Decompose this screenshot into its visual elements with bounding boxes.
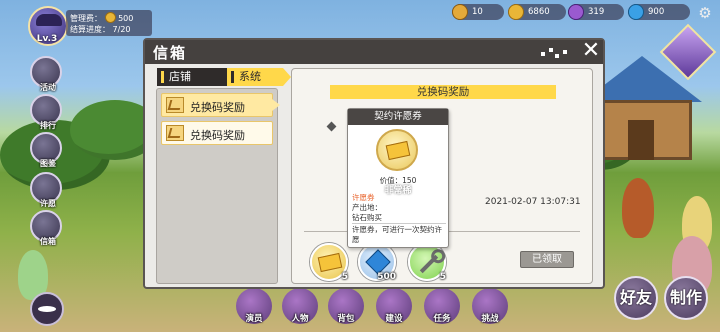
item-tooltip: 契约许愿券 价值：150 非常稀 许愿券 产出地： 钻石购买 许愿券，可进行一次… bbox=[347, 108, 449, 248]
wish-ticket-icon bbox=[376, 129, 418, 171]
bullet-diamond-icon bbox=[326, 121, 337, 132]
purple-orb-icon bbox=[568, 4, 584, 20]
reward-wish-ticket[interactable]: 5 bbox=[310, 243, 348, 282]
tooltip-item-name: 许愿券 bbox=[352, 193, 375, 202]
envelope-icon bbox=[166, 125, 184, 141]
tooltip-title: 契约许愿券 bbox=[348, 109, 448, 125]
tooltip-source-label: 产出地： bbox=[352, 203, 382, 212]
side-ranking-button[interactable]: 排行 bbox=[30, 94, 62, 130]
reward-contract-key[interactable]: 5 bbox=[408, 243, 446, 282]
progress-value: 7/20 bbox=[112, 25, 131, 34]
bottom-challenge-button[interactable]: 挑战 bbox=[472, 288, 508, 324]
eye-toggle-icon[interactable] bbox=[30, 292, 64, 326]
close-icon[interactable]: ✕ bbox=[579, 39, 603, 63]
tooltip-description: 许愿券，可进行一次契约许愿 bbox=[352, 223, 446, 245]
dialog-title: 信箱 bbox=[153, 44, 188, 62]
currency-diamond[interactable]: 900 bbox=[628, 4, 690, 20]
tab-system[interactable]: 系统 bbox=[227, 68, 291, 86]
bottom-bag-button[interactable]: 背包 bbox=[328, 288, 364, 324]
coin-icon bbox=[104, 12, 116, 23]
settings-gear-icon[interactable]: ⚙ bbox=[696, 4, 714, 22]
progress-label: 结算进度： bbox=[70, 25, 110, 34]
currency-amber[interactable]: 10 bbox=[452, 4, 504, 20]
mail-list-item[interactable]: 兑换码奖励 bbox=[161, 121, 273, 145]
currency-orb[interactable]: 319 bbox=[568, 4, 624, 20]
tab-shop[interactable]: 店铺 bbox=[157, 68, 227, 86]
diamond-icon bbox=[365, 249, 391, 275]
bottom-character-button[interactable]: 人物 bbox=[282, 288, 318, 324]
fee-value: 500 bbox=[118, 14, 134, 23]
envelope-icon bbox=[166, 97, 184, 113]
key-icon bbox=[419, 254, 439, 274]
reward-diamond[interactable]: 500 bbox=[358, 243, 396, 282]
character bbox=[622, 178, 654, 238]
blue-diamond-icon bbox=[628, 4, 644, 20]
ticket-icon bbox=[317, 252, 343, 273]
player-info-panel: 管理费： 500 结算进度： 7/20 bbox=[66, 10, 152, 36]
claimed-button[interactable]: 已领取 bbox=[520, 251, 574, 268]
tooltip-source: 钻石购买 bbox=[352, 213, 382, 222]
mail-date: 2021-02-07 13:07:31 bbox=[485, 197, 581, 207]
side-wish-button[interactable]: 许愿 bbox=[30, 172, 62, 208]
craft-button[interactable]: 制作 bbox=[664, 276, 708, 320]
player-level: Lv.3 bbox=[36, 34, 58, 44]
bottom-build-button[interactable]: 建设 bbox=[376, 288, 412, 324]
bottom-task-button[interactable]: 任务 bbox=[424, 288, 460, 324]
mail-detail-title: 兑换码奖励 bbox=[330, 85, 556, 99]
amber-coin-icon bbox=[452, 4, 468, 20]
side-codex-button[interactable]: 图鉴 bbox=[30, 132, 62, 168]
fee-label: 管理费： bbox=[70, 14, 102, 23]
bottom-actor-button[interactable]: 演员 bbox=[236, 288, 272, 324]
currency-gold[interactable]: 6860 bbox=[508, 4, 566, 20]
gold-coin-icon bbox=[508, 4, 524, 20]
side-mailbox-button[interactable]: 信箱 bbox=[30, 210, 62, 246]
mail-list-item[interactable]: 兑换码奖励 bbox=[161, 93, 280, 117]
friends-button[interactable]: 好友 bbox=[614, 276, 658, 320]
mail-list: 兑换码奖励 兑换码奖励 bbox=[156, 88, 280, 284]
mailbox-dialog: 信箱 ✕ 店铺 系统 兑换码奖励 兑换码奖励 兑换码奖励 2021-02-07 … bbox=[143, 38, 605, 289]
decor-dots-icon bbox=[541, 46, 571, 60]
side-activity-button[interactable]: 活动 bbox=[30, 56, 62, 92]
tooltip-body: 许愿券 产出地： 钻石购买 许愿券，可进行一次契约许愿 bbox=[352, 193, 446, 245]
dialog-header: 信箱 ✕ bbox=[145, 39, 603, 64]
